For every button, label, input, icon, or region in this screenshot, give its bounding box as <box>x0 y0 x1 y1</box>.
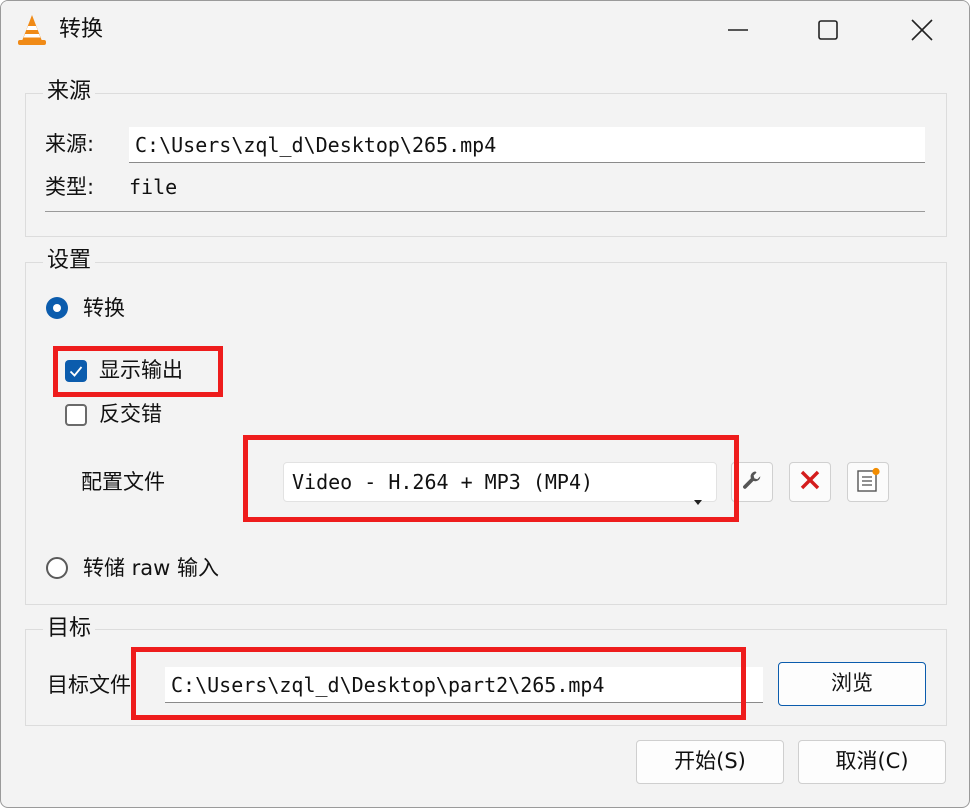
title-bar: 转换 <box>1 1 969 59</box>
close-button[interactable] <box>899 9 945 51</box>
red-x-icon <box>799 469 821 495</box>
window-title: 转换 <box>59 17 104 42</box>
convert-radio[interactable] <box>46 297 68 319</box>
new-document-icon <box>855 467 881 497</box>
destination-group-title: 目标 <box>43 616 96 642</box>
display-output-checkbox[interactable] <box>65 360 87 382</box>
vlc-cone-icon <box>17 13 47 47</box>
delete-profile-button[interactable] <box>789 462 831 502</box>
convert-dialog: 转换 来源 来源: C:\Users\zql_d\Desktop\265.mp4… <box>0 0 970 808</box>
deinterlace-checkbox[interactable] <box>65 404 87 426</box>
profile-select-value: Video - H.264 + MP3 (MP4) <box>292 470 594 494</box>
close-icon <box>911 19 933 41</box>
wrench-icon <box>740 468 764 496</box>
minimize-icon <box>727 19 749 41</box>
dump-raw-radio[interactable] <box>46 557 68 579</box>
maximize-button[interactable] <box>805 9 851 51</box>
dump-raw-label: 转储 raw 输入 <box>83 556 220 580</box>
maximize-icon <box>817 19 839 41</box>
display-output-label: 显示输出 <box>99 358 183 382</box>
cancel-button[interactable]: 取消(C) <box>798 740 946 784</box>
destination-path-field[interactable]: C:\Users\zql_d\Desktop\part2\265.mp4 <box>165 667 763 703</box>
type-label: 类型: <box>45 175 95 199</box>
source-divider <box>45 211 925 212</box>
source-group-title: 来源 <box>43 79 96 105</box>
settings-group <box>25 262 947 605</box>
source-label: 来源: <box>45 132 95 156</box>
destination-file-label: 目标文件: <box>47 673 139 697</box>
start-button[interactable]: 开始(S) <box>636 740 784 784</box>
profile-label: 配置文件 <box>81 470 165 494</box>
convert-label: 转换 <box>83 296 125 320</box>
type-value: file <box>129 175 178 199</box>
dropdown-arrow-icon <box>694 480 702 518</box>
browse-button[interactable]: 浏览 <box>778 662 926 706</box>
profile-select[interactable]: Video - H.264 + MP3 (MP4) <box>283 462 717 505</box>
source-path-field[interactable]: C:\Users\zql_d\Desktop\265.mp4 <box>129 127 925 163</box>
checkmark-icon <box>69 366 83 377</box>
minimize-button[interactable] <box>715 9 761 51</box>
new-profile-button[interactable] <box>847 462 889 502</box>
source-group <box>25 93 947 237</box>
deinterlace-label: 反交错 <box>99 402 162 426</box>
edit-profile-button[interactable] <box>731 462 773 502</box>
settings-group-title: 设置 <box>43 248 96 274</box>
